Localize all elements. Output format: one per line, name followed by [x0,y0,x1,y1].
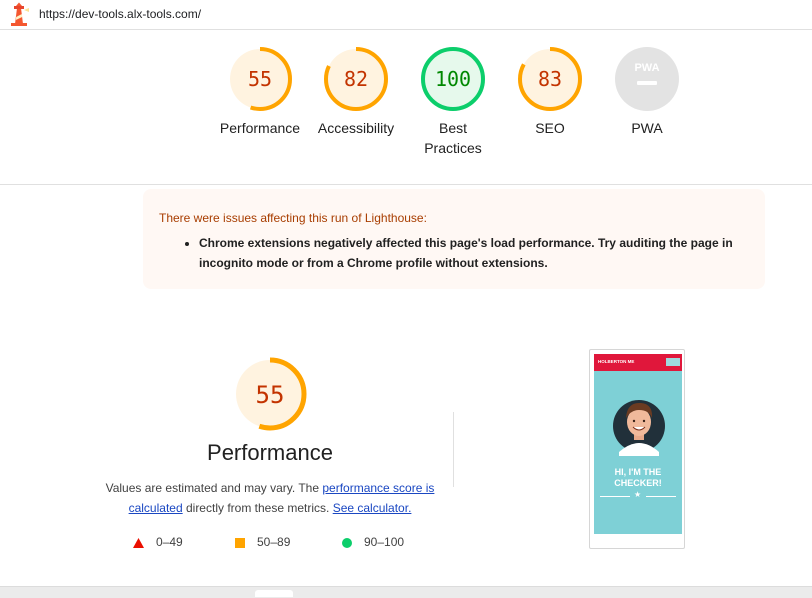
pwa-badge-icon: PWA [615,47,679,111]
screenshot-rule-left [600,496,630,497]
gauge-seo-score: 83 [538,67,562,91]
circle-icon [342,537,352,548]
performance-title: Performance [207,440,333,465]
gauge-best-practices-label: Best Practices [424,120,482,156]
section-divider [0,184,812,185]
page-url[interactable]: https://dev-tools.alx-tools.com/ [39,7,201,21]
final-screenshot[interactable]: HOLBERTON ME HI, I'M THE CHECKER! ★ [589,349,685,549]
warning-list: Chrome extensions negatively affected th… [159,233,749,273]
gauge-accessibility-label: Accessibility [317,120,395,136]
gauge-seo[interactable]: 83 SEO [500,46,600,138]
performance-score: 55 [256,381,285,409]
gauge-performance[interactable]: 55 Performance [210,46,310,138]
legend-average-range: 50–89 [257,535,291,549]
square-icon [235,537,245,548]
gauge-performance-score: 55 [248,67,272,91]
star-icon: ★ [634,490,642,499]
screenshot-headline: HI, I'M THE CHECKER! [594,467,682,489]
warning-title: There were issues affecting this run of … [159,211,427,225]
gauge-seo-ring: 83 [518,47,582,111]
warning-item: Chrome extensions negatively affected th… [199,233,749,273]
screenshot-headline-1: HI, I'M THE [614,467,662,477]
legend-fail-range: 0–49 [156,535,183,549]
bottom-tab[interactable] [255,590,293,597]
bottom-bar [0,586,812,598]
screenshot-rule-right [646,496,676,497]
performance-description: Values are estimated and may vary. The p… [100,478,440,518]
desc-text-start: Values are estimated and may vary. The [105,481,323,495]
screenshot-header: HOLBERTON ME [594,354,682,371]
gauge-pwa-label: PWA [631,120,663,136]
screenshot-headline-2: CHECKER! [614,478,662,488]
screenshot-brand: HOLBERTON ME [598,359,635,364]
score-gauges: 55 Performance 82 Accessibility 100 Best… [0,46,812,176]
see-calculator-link[interactable]: See calculator. [333,501,412,515]
gauge-performance-ring: 55 [228,47,292,111]
legend-average: 50–89 [235,535,290,549]
legend-fail: 0–49 [133,535,183,549]
gauge-pwa[interactable]: PWA PWA [597,46,697,138]
screenshot-header-button [666,358,680,366]
gauge-accessibility-ring: 82 [324,47,388,111]
vertical-divider [453,412,454,487]
gauge-accessibility[interactable]: 82 Accessibility [306,46,406,138]
gauge-best-practices-ring: 100 [421,47,485,111]
lighthouse-logo-icon [11,2,29,26]
desc-text-middle: directly from these metrics. [182,501,333,515]
gauge-best-practices[interactable]: 100 Best Practices [403,46,503,158]
lighthouse-warning-box: There were issues affecting this run of … [143,189,765,289]
gauge-seo-label: SEO [535,120,565,136]
gauge-accessibility-score: 82 [344,67,368,91]
gauge-best-practices-score: 100 [435,67,471,91]
legend-pass-range: 90–100 [364,535,405,549]
triangle-icon [133,537,144,548]
top-bar: https://dev-tools.alx-tools.com/ [0,0,812,30]
screenshot-content: HOLBERTON ME HI, I'M THE CHECKER! ★ [594,354,682,534]
pwa-badge-text: PWA [634,62,659,74]
checker-avatar-icon [613,400,665,456]
legend-pass: 90–100 [342,535,404,549]
performance-gauge: 55 [233,357,307,431]
gauge-performance-label: Performance [219,120,301,136]
